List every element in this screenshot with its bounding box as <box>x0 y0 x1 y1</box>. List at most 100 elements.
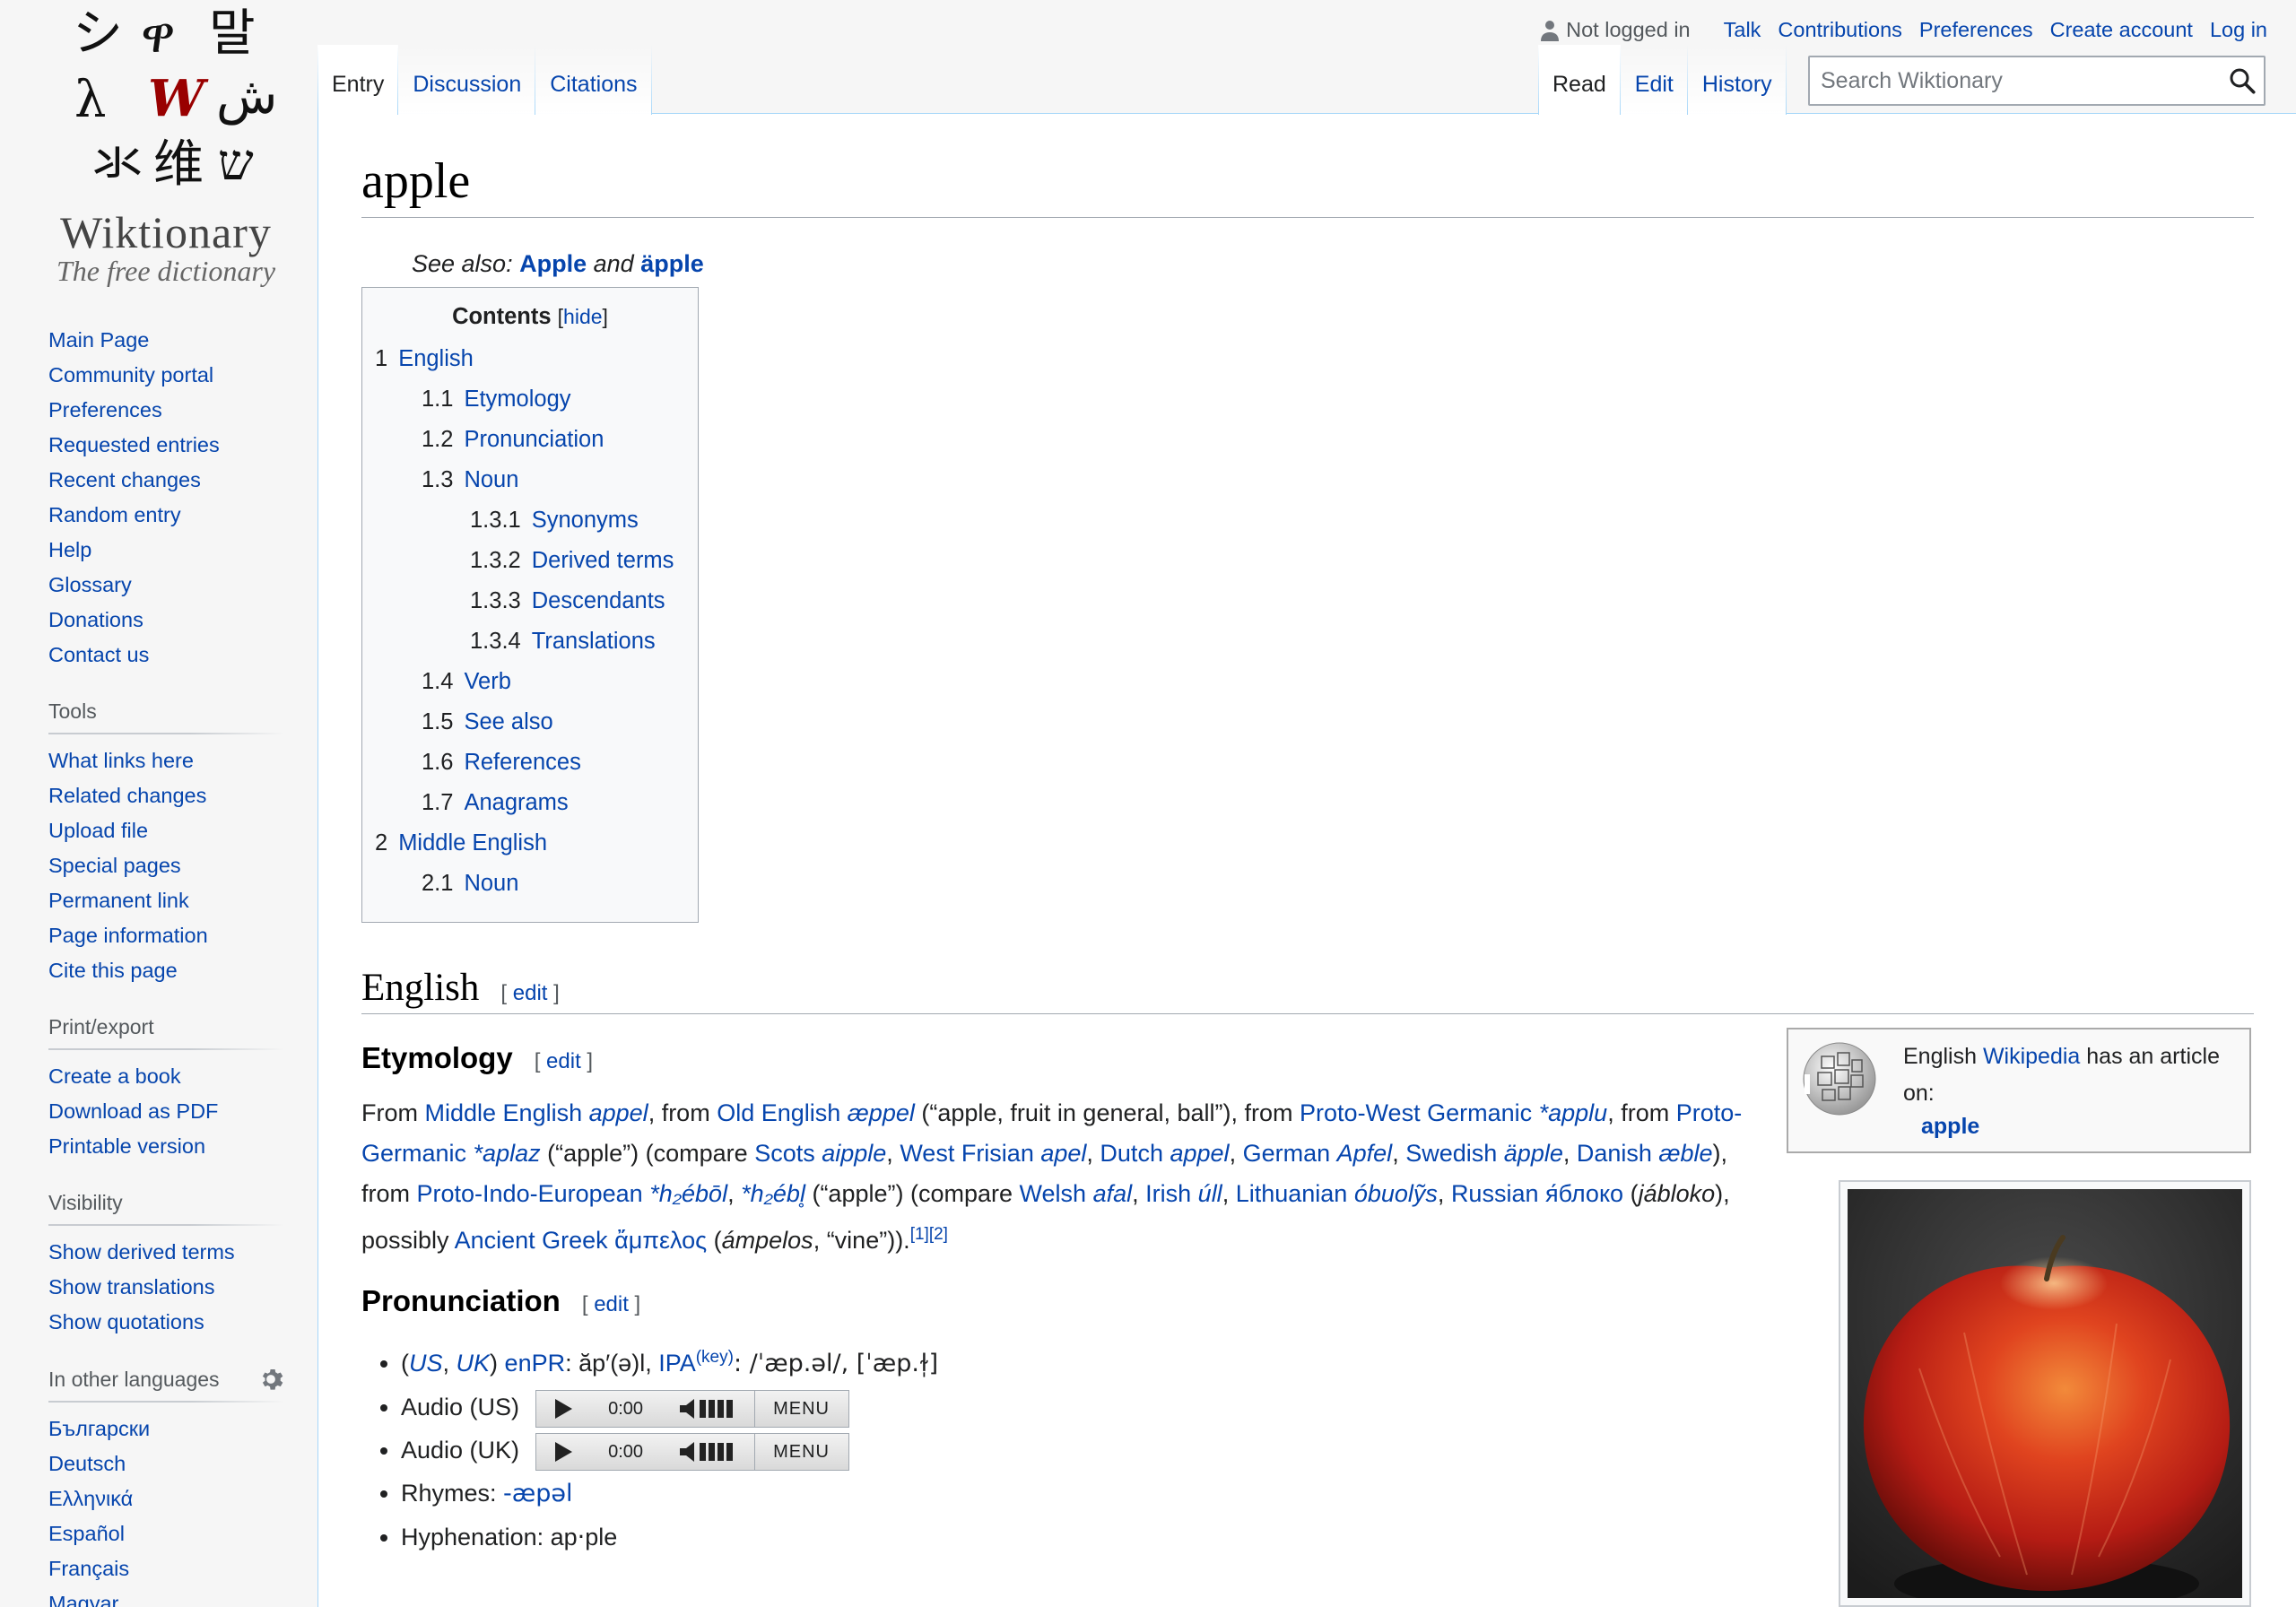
toc-link[interactable]: Noun <box>464 871 518 896</box>
sidebar-link-help[interactable]: Help <box>48 538 91 561</box>
enpr-link[interactable]: enPR <box>505 1350 566 1377</box>
toc-link[interactable]: See also <box>464 709 552 734</box>
contributions-link[interactable]: Contributions <box>1778 18 1901 42</box>
etymology-link[interactable]: я́блоко <box>1545 1180 1623 1207</box>
interlanguage-link-fr[interactable]: Français <box>48 1557 129 1580</box>
interlanguage-link-hu[interactable]: Magyar <box>48 1592 118 1607</box>
sidebar-link-requested-entries[interactable]: Requested entries <box>48 433 220 456</box>
toc-link[interactable]: Verb <box>464 669 510 694</box>
toc-item[interactable]: 1.3.1 Synonyms <box>375 500 685 541</box>
toc-link[interactable]: Translations <box>532 629 656 654</box>
toc-link[interactable]: Noun <box>464 467 518 492</box>
toc-item[interactable]: 1.5 See also <box>375 702 685 743</box>
etymology-link[interactable]: German <box>1243 1140 1331 1167</box>
etymology-link[interactable]: ἄμπελος <box>614 1227 707 1254</box>
etymology-link[interactable]: *h₂ébl̥ <box>741 1180 805 1207</box>
sidebar-toggle-derived-terms[interactable]: Show derived terms <box>48 1240 235 1264</box>
etymology-link[interactable]: Irish <box>1145 1180 1191 1207</box>
talk-link[interactable]: Talk <box>1724 18 1761 42</box>
ipa-key-link[interactable]: (key) <box>696 1348 734 1367</box>
etymology-link[interactable]: aipple <box>822 1140 886 1167</box>
toc-link[interactable]: Pronunciation <box>464 427 604 452</box>
toc-link[interactable]: Etymology <box>464 387 570 412</box>
toc-hide-toggle[interactable]: hide <box>563 305 602 328</box>
toc-item[interactable]: 1.3 Noun <box>375 460 685 500</box>
apple-thumbnail[interactable] <box>1839 1180 2251 1607</box>
edit-section-etymology[interactable]: edit <box>546 1049 581 1073</box>
play-icon[interactable] <box>536 1398 590 1420</box>
sidebar-link-download-pdf[interactable]: Download as PDF <box>48 1099 218 1123</box>
tab-history[interactable]: History <box>1687 45 1787 115</box>
rhymes-link[interactable]: -æpəl <box>503 1480 573 1507</box>
tab-entry[interactable]: Entry <box>317 45 399 115</box>
etymology-link[interactable]: äpple <box>1504 1140 1563 1167</box>
toc-item[interactable]: 2.1 Noun <box>375 864 685 904</box>
etymology-link[interactable]: Middle English <box>425 1099 583 1126</box>
search-input[interactable] <box>1810 57 2221 104</box>
sidebar-link-related-changes[interactable]: Related changes <box>48 784 206 807</box>
site-logo[interactable]: シ ዋ 말 λ W ش 氺 维 ש Wiktionary The free di… <box>36 7 287 294</box>
wikipedia-link[interactable]: Wikipedia <box>1983 1044 2080 1069</box>
etymology-link[interactable]: óbuolỹs <box>1354 1180 1438 1207</box>
etymology-link[interactable]: Swedish <box>1405 1140 1497 1167</box>
tab-citations[interactable]: Citations <box>535 45 652 115</box>
see-also-link-apple-capital[interactable]: Apple <box>519 250 587 277</box>
sidebar-link-donations[interactable]: Donations <box>48 608 144 631</box>
sidebar-link-contact-us[interactable]: Contact us <box>48 643 149 666</box>
accent-uk-link[interactable]: UK <box>457 1350 491 1377</box>
toc-link[interactable]: Descendants <box>532 588 665 613</box>
etymology-link[interactable]: [1] <box>910 1225 929 1244</box>
log-in-link[interactable]: Log in <box>2210 18 2267 42</box>
interlanguage-link-de[interactable]: Deutsch <box>48 1452 126 1475</box>
ipa-link[interactable]: IPA <box>658 1350 696 1377</box>
etymology-link[interactable]: úll <box>1198 1180 1222 1207</box>
tab-edit[interactable]: Edit <box>1620 45 1688 115</box>
sidebar-link-upload-file[interactable]: Upload file <box>48 819 148 842</box>
sidebar-link-preferences[interactable]: Preferences <box>48 398 162 421</box>
wikipedia-article-link[interactable]: apple <box>1921 1108 1979 1145</box>
etymology-link[interactable]: [2] <box>929 1225 948 1244</box>
etymology-link[interactable]: Old English <box>717 1099 840 1126</box>
toc-item[interactable]: 1.6 References <box>375 743 685 783</box>
see-also-link-apple-swedish[interactable]: äpple <box>640 250 704 277</box>
etymology-link[interactable]: *h₂ébōl <box>649 1180 727 1207</box>
toc-item[interactable]: 1 English <box>375 339 685 379</box>
sidebar-link-glossary[interactable]: Glossary <box>48 573 132 596</box>
edit-section-pronunciation[interactable]: edit <box>594 1292 629 1316</box>
toc-link[interactable]: English <box>398 346 474 371</box>
etymology-link[interactable]: Ancient Greek <box>455 1227 608 1254</box>
edit-section-english[interactable]: edit <box>513 981 548 1005</box>
etymology-link[interactable]: æble <box>1658 1140 1712 1167</box>
etymology-link[interactable]: æppel <box>848 1099 915 1126</box>
tab-discussion[interactable]: Discussion <box>398 45 536 115</box>
etymology-link[interactable]: appel <box>1170 1140 1229 1167</box>
toc-item[interactable]: 1.2 Pronunciation <box>375 420 685 460</box>
interlanguage-link-bg[interactable]: Български <box>48 1417 150 1440</box>
create-account-link[interactable]: Create account <box>2050 18 2193 42</box>
sidebar-link-page-information[interactable]: Page information <box>48 924 208 947</box>
volume-icon[interactable] <box>662 1434 755 1471</box>
toc-link[interactable]: Middle English <box>398 830 547 856</box>
accent-us-link[interactable]: US <box>409 1350 443 1377</box>
etymology-link[interactable]: Russian <box>1451 1180 1539 1207</box>
play-icon[interactable] <box>536 1441 590 1463</box>
toc-item[interactable]: 1.3.2 Derived terms <box>375 541 685 581</box>
etymology-link[interactable]: Danish <box>1577 1140 1652 1167</box>
sidebar-link-printable-version[interactable]: Printable version <box>48 1134 205 1158</box>
toc-item[interactable]: 2 Middle English <box>375 823 685 864</box>
etymology-link[interactable]: afal <box>1093 1180 1133 1207</box>
sidebar-link-cite-this-page[interactable]: Cite this page <box>48 959 178 982</box>
tab-read[interactable]: Read <box>1538 45 1621 115</box>
etymology-link[interactable]: apel <box>1040 1140 1086 1167</box>
sidebar-toggle-quotations[interactable]: Show quotations <box>48 1310 204 1333</box>
sidebar-link-main-page[interactable]: Main Page <box>48 328 149 352</box>
sidebar-link-special-pages[interactable]: Special pages <box>48 854 181 877</box>
toc-link[interactable]: References <box>464 750 580 775</box>
toc-item[interactable]: 1.3.4 Translations <box>375 621 685 662</box>
sidebar-link-random-entry[interactable]: Random entry <box>48 503 181 526</box>
toc-link[interactable]: Derived terms <box>532 548 674 573</box>
etymology-link[interactable]: appel <box>589 1099 648 1126</box>
sidebar-link-community-portal[interactable]: Community portal <box>48 363 213 387</box>
etymology-link[interactable]: *applu <box>1539 1099 1608 1126</box>
etymology-link[interactable]: West Frisian <box>900 1140 1034 1167</box>
